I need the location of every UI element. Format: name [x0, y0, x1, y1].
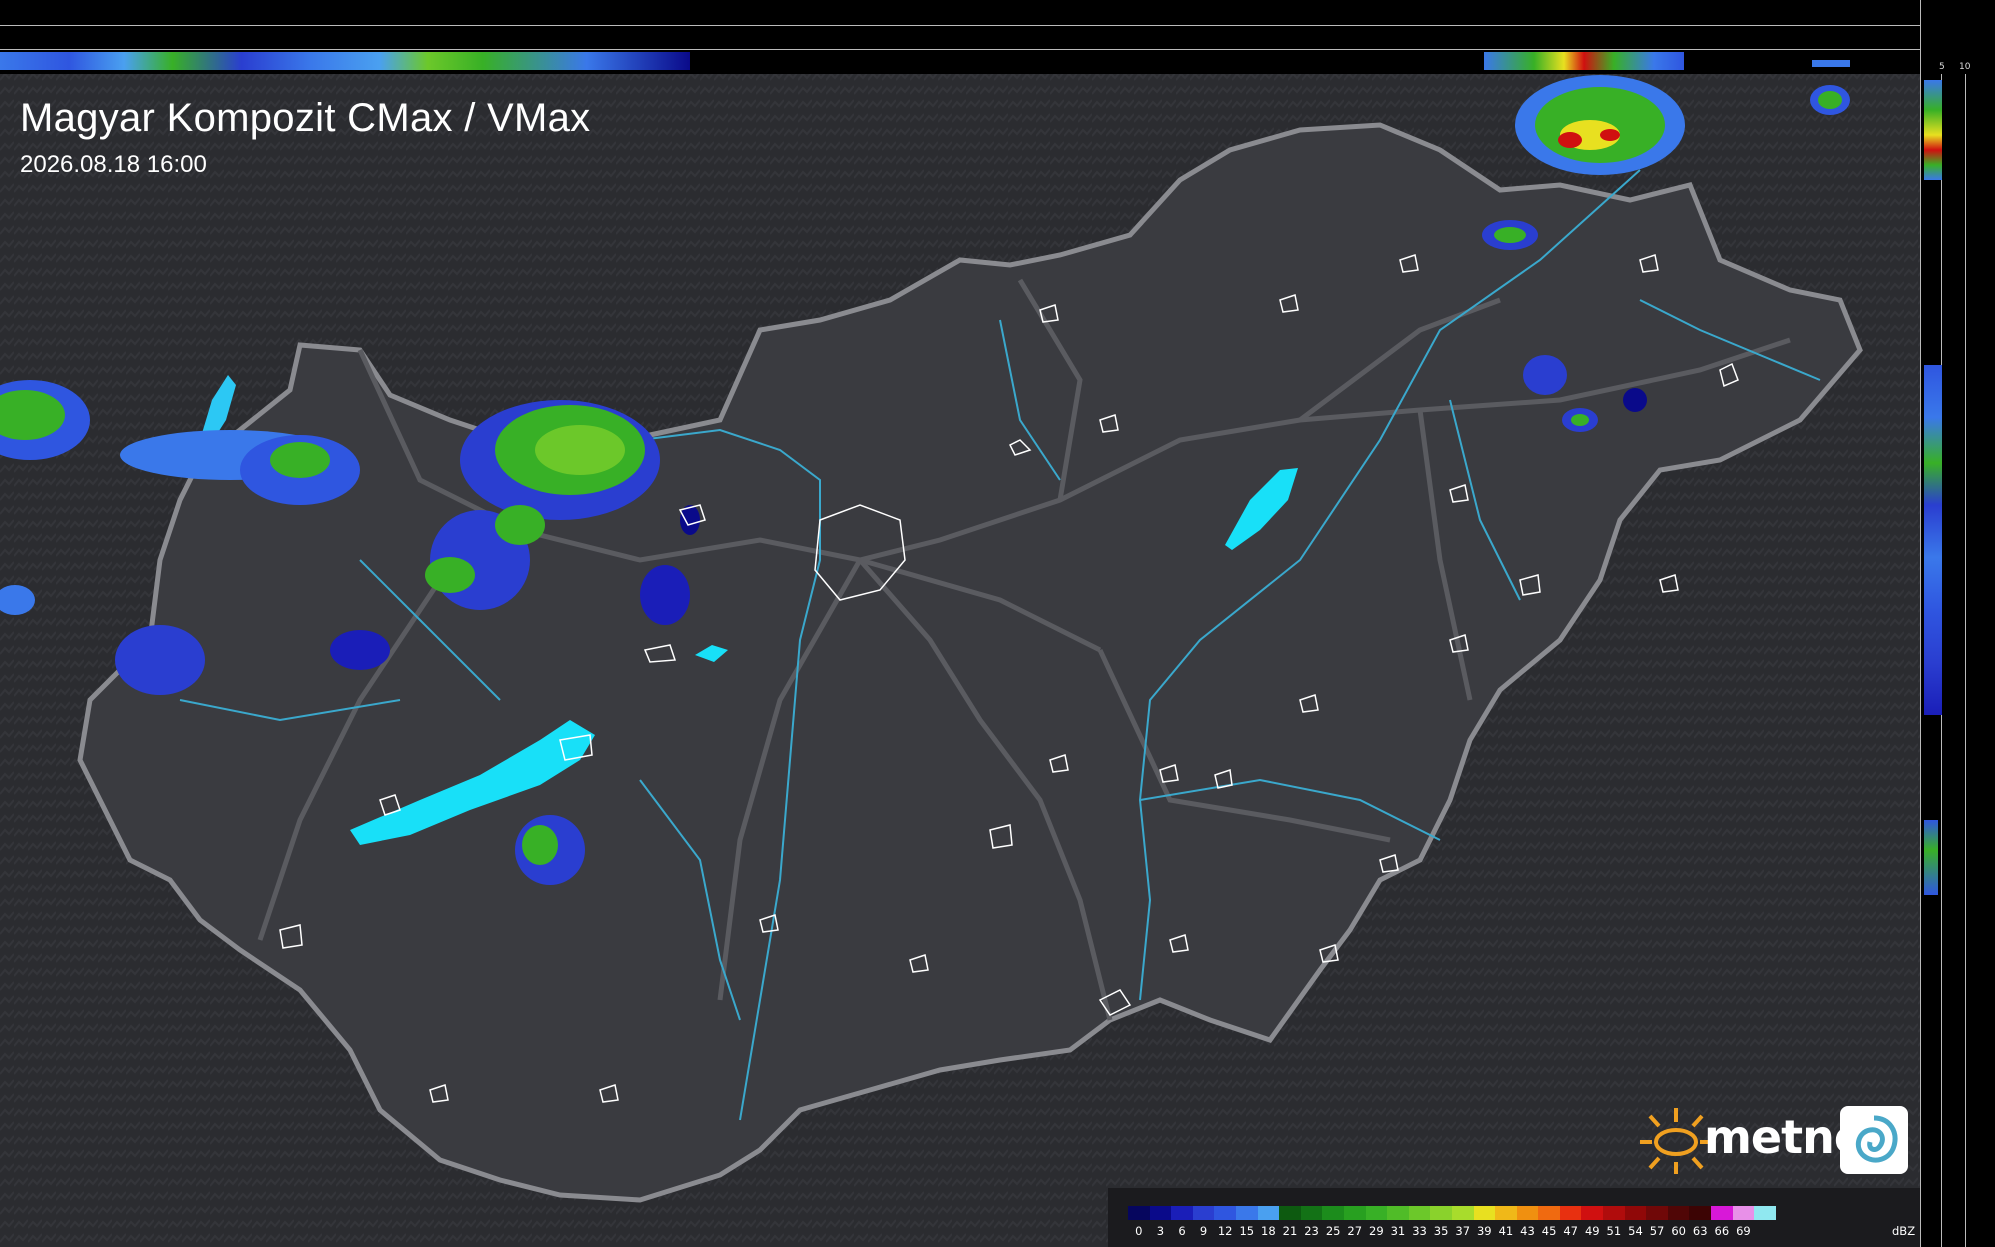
vertical-profile-strip: 10 5 — [0, 0, 1936, 74]
legend-label — [1754, 1224, 1776, 1238]
radar-map-canvas: 10 5 5 10 Magyar Kompozit CMax / VMax 20… — [0, 0, 1995, 1247]
legend-label: 35 — [1433, 1224, 1449, 1238]
map-title: Magyar Kompozit CMax / VMax — [20, 96, 591, 140]
legend-label: 49 — [1584, 1224, 1600, 1238]
legend-swatch — [1711, 1206, 1733, 1220]
legend-label: 9 — [1199, 1224, 1208, 1238]
dbz-legend: 0 3 6 9 12 15 18 21 23 25 27 29 31 33 35 37 39 41 43 45 47 49… — [1108, 1188, 1920, 1247]
legend-swatch — [1322, 1206, 1344, 1220]
legend-swatch — [1754, 1206, 1776, 1220]
legend-swatch — [1365, 1206, 1388, 1220]
hprofile-echo-north — [1924, 80, 1942, 180]
legend-labels: 0 3 6 9 12 15 18 21 23 25 27 29 31 33 35 37 39 41 43 45 47 49… — [1128, 1224, 1776, 1238]
legend-swatch — [1279, 1206, 1301, 1220]
metnet-logo: metnet — [1636, 1104, 1908, 1176]
legend-label: 23 — [1304, 1224, 1319, 1238]
map-timestamp: 2026.08.18 16:00 — [20, 151, 207, 178]
legend-swatch — [1689, 1206, 1712, 1220]
legend-swatch — [1646, 1206, 1668, 1220]
legend-label: 3 — [1156, 1224, 1165, 1238]
legend-unit: dBZ — [1892, 1224, 1916, 1238]
legend-swatch — [1343, 1206, 1366, 1220]
legend-swatch — [1581, 1206, 1604, 1220]
legend-label: 47 — [1563, 1224, 1578, 1238]
legend-swatch — [1559, 1206, 1582, 1220]
legend-label: 39 — [1476, 1224, 1492, 1238]
hprofile-tick-5: 5 — [1939, 62, 1945, 72]
legend-swatches — [1128, 1206, 1776, 1220]
legend-swatch — [1214, 1206, 1236, 1220]
legend-label: 0 — [1135, 1224, 1143, 1238]
profile-echo-far-east — [1812, 60, 1850, 67]
legend-label: 27 — [1347, 1224, 1363, 1238]
legend-label: 41 — [1498, 1224, 1514, 1238]
hungary-map — [0, 74, 1920, 1247]
legend-label: 45 — [1541, 1224, 1557, 1238]
legend-swatch — [1667, 1206, 1690, 1220]
legend-label: 43 — [1520, 1224, 1535, 1238]
legend-label: 15 — [1239, 1224, 1255, 1238]
legend-label: 63 — [1692, 1224, 1708, 1238]
legend-label: 69 — [1736, 1224, 1751, 1238]
legend-label: 57 — [1649, 1224, 1665, 1238]
legend-label: 6 — [1178, 1224, 1186, 1238]
legend-swatch — [1624, 1206, 1647, 1220]
legend-label: 29 — [1369, 1224, 1384, 1238]
legend-swatch — [1451, 1206, 1474, 1220]
hprofile-echo-middle — [1924, 365, 1942, 715]
legend-label: 60 — [1671, 1224, 1686, 1238]
hprofile-tick-10: 10 — [1959, 62, 1971, 72]
legend-label: 21 — [1282, 1224, 1298, 1238]
legend-swatch — [1257, 1206, 1280, 1220]
legend-label: 37 — [1455, 1224, 1471, 1238]
legend-swatch — [1473, 1206, 1496, 1220]
legend-swatch — [1300, 1206, 1323, 1220]
legend-label: 12 — [1217, 1224, 1233, 1238]
hprofile-line-10 — [1965, 74, 1966, 1247]
profile-line-lower — [0, 49, 1920, 50]
legend-label: 25 — [1325, 1224, 1341, 1238]
legend-label: 54 — [1628, 1224, 1643, 1238]
horizontal-profile-strip: 5 10 — [1920, 0, 1995, 1247]
profile-echo-west — [0, 52, 690, 70]
legend-label: 18 — [1261, 1224, 1276, 1238]
legend-swatch — [1387, 1206, 1409, 1220]
legend-swatch — [1149, 1206, 1172, 1220]
legend-swatch — [1495, 1206, 1517, 1220]
legend-swatch — [1128, 1206, 1150, 1220]
legend-swatch — [1430, 1206, 1452, 1220]
hprofile-echo-south — [1924, 820, 1938, 895]
legend-label: 31 — [1390, 1224, 1406, 1238]
legend-swatch — [1538, 1206, 1560, 1220]
legend-swatch — [1235, 1206, 1258, 1220]
legend-label: 33 — [1412, 1224, 1427, 1238]
legend-label: 66 — [1714, 1224, 1730, 1238]
legend-swatch — [1171, 1206, 1193, 1220]
profile-echo-east — [1484, 52, 1684, 70]
metnet-swirl-icon — [1840, 1106, 1908, 1174]
legend-swatch — [1603, 1206, 1625, 1220]
profile-line-upper — [0, 25, 1920, 26]
legend-swatch — [1192, 1206, 1215, 1220]
legend-swatch — [1408, 1206, 1431, 1220]
legend-swatch — [1516, 1206, 1539, 1220]
legend-label: 51 — [1606, 1224, 1622, 1238]
legend-swatch — [1732, 1206, 1755, 1220]
